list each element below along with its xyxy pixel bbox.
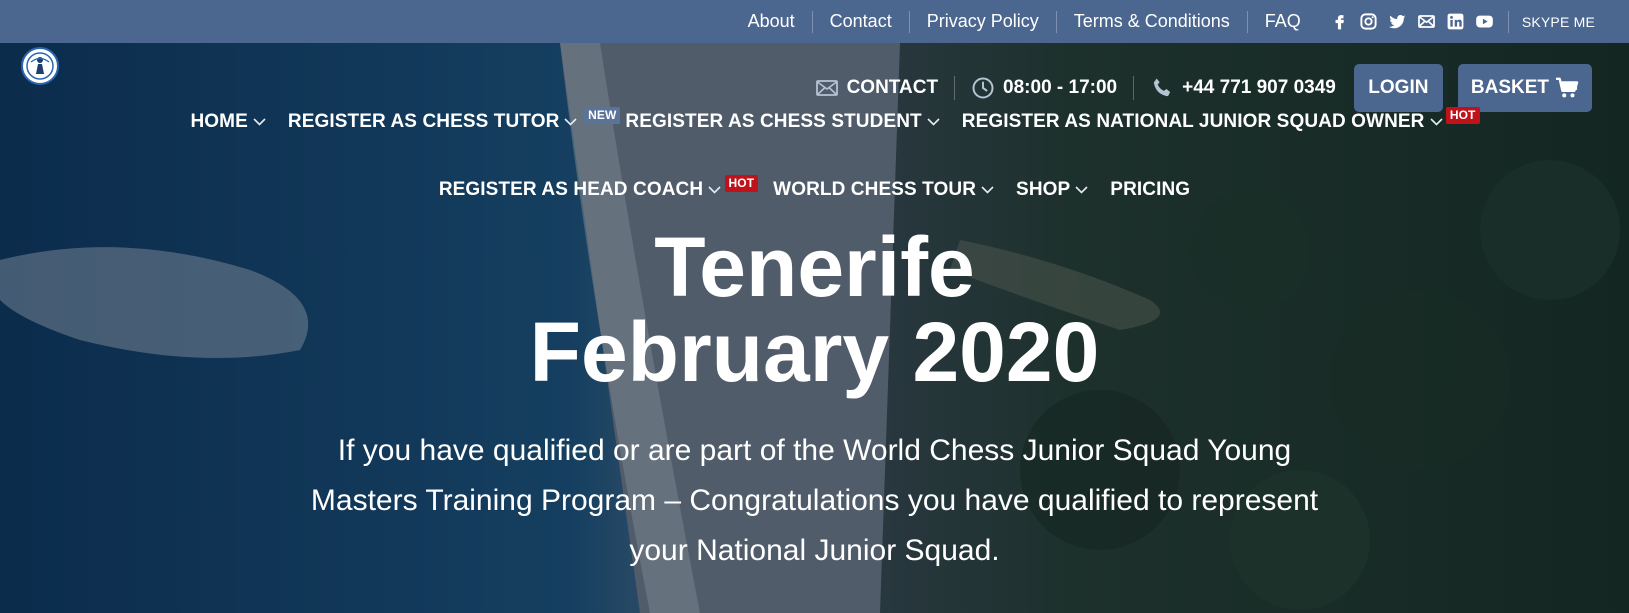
hero-description: If you have qualified or are part of the… xyxy=(310,434,1319,567)
skype-me-link[interactable]: SKYPE ME xyxy=(1522,14,1595,30)
social-icons xyxy=(1330,12,1494,31)
top-link-contact[interactable]: Contact xyxy=(813,11,909,32)
nav-world-chess-tour[interactable]: WORLD CHESS TOUR xyxy=(762,179,1005,201)
hours-label: 08:00 - 17:00 xyxy=(1003,77,1118,98)
nav-label: REGISTER AS NATIONAL JUNIOR SQUAD OWNER xyxy=(961,111,1425,132)
chevron-down-icon xyxy=(981,186,994,194)
linkedin-icon[interactable] xyxy=(1446,12,1465,31)
hot-badge: HOT xyxy=(1445,107,1480,124)
chevron-down-icon xyxy=(708,186,721,194)
nav-label: PRICING xyxy=(1110,179,1191,200)
chevron-down-icon xyxy=(564,118,577,126)
chevron-down-icon xyxy=(927,118,940,126)
nav-label: HOME xyxy=(190,111,248,132)
nav-label: REGISTER AS CHESS STUDENT xyxy=(625,111,922,132)
top-link-faq[interactable]: FAQ xyxy=(1248,11,1318,32)
nav-label: REGISTER AS CHESS TUTOR xyxy=(287,111,560,132)
nav-shop[interactable]: SHOP xyxy=(1005,179,1099,201)
site-logo[interactable] xyxy=(21,47,59,85)
youtube-icon[interactable] xyxy=(1475,12,1494,31)
nav-register-national-junior-squad-owner[interactable]: REGISTER AS NATIONAL JUNIOR SQUAD OWNER … xyxy=(951,107,1480,133)
nav-register-head-coach[interactable]: REGISTER AS HEAD COACH HOT xyxy=(428,175,759,201)
contact-link[interactable]: CONTACT xyxy=(799,76,954,100)
main-nav-row-1: HOME REGISTER AS CHESS TUTOR NEW REGISTE… xyxy=(0,104,1629,140)
chess-logo-icon xyxy=(26,52,54,80)
phone-link[interactable]: +44 771 907 0349 xyxy=(1134,76,1352,100)
nav-register-chess-student[interactable]: REGISTER AS CHESS STUDENT xyxy=(614,111,950,133)
mail-icon[interactable] xyxy=(1417,12,1436,31)
envelope-icon xyxy=(815,80,838,96)
chevron-down-icon xyxy=(253,118,266,126)
basket-label: BASKET xyxy=(1470,77,1549,98)
cart-icon xyxy=(1556,77,1579,98)
top-link-about[interactable]: About xyxy=(731,11,812,32)
phone-icon xyxy=(1153,78,1171,97)
nav-register-chess-tutor[interactable]: REGISTER AS CHESS TUTOR NEW xyxy=(277,107,621,133)
nav-pricing[interactable]: PRICING xyxy=(1099,179,1201,201)
top-bar: About Contact Privacy Policy Terms & Con… xyxy=(0,0,1629,43)
nav-label: REGISTER AS HEAD COACH xyxy=(438,179,704,200)
nav-home[interactable]: HOME xyxy=(179,111,276,133)
main-nav-row-2: REGISTER AS HEAD COACH HOT WORLD CHESS T… xyxy=(0,172,1629,208)
hero-title-line-2: February 2020 xyxy=(529,305,1100,399)
top-link-privacy-policy[interactable]: Privacy Policy xyxy=(910,11,1056,32)
nav-label: WORLD CHESS TOUR xyxy=(773,179,977,200)
contact-label: CONTACT xyxy=(846,77,939,98)
hero-title-line-1: Tenerife xyxy=(654,220,975,314)
clock-icon xyxy=(972,77,994,99)
opening-hours: 08:00 - 17:00 xyxy=(955,76,1133,100)
top-link-terms[interactable]: Terms & Conditions xyxy=(1057,11,1247,32)
top-links: About Contact Privacy Policy Terms & Con… xyxy=(731,10,1318,33)
twitter-icon[interactable] xyxy=(1388,12,1407,31)
facebook-icon[interactable] xyxy=(1330,12,1349,31)
nav-label: SHOP xyxy=(1016,179,1071,200)
chevron-down-icon xyxy=(1429,118,1443,126)
instagram-icon[interactable] xyxy=(1359,12,1378,31)
chevron-down-icon xyxy=(1075,186,1088,194)
hot-badge: HOT xyxy=(724,175,759,192)
divider xyxy=(1507,10,1509,33)
phone-label: +44 771 907 0349 xyxy=(1182,77,1336,98)
